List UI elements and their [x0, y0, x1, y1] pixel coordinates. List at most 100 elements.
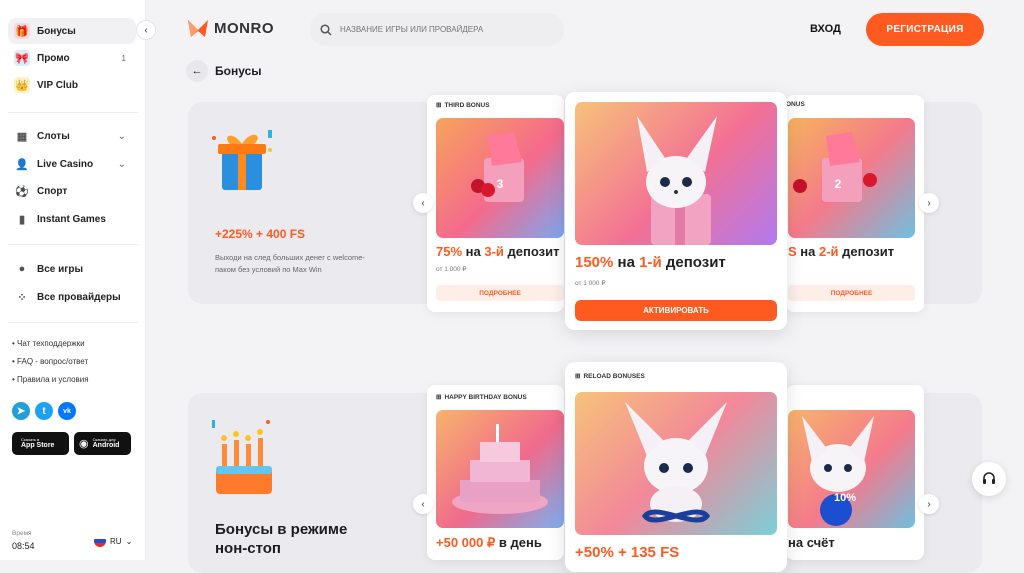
sidebar-item-label: Бонусы [37, 25, 76, 37]
birthday-bonus-card[interactable]: ⊞ HAPPY BIRTHDAY BONUS +50 000 ₽ в день [427, 385, 564, 560]
card-image [575, 102, 777, 245]
svg-text:2: 2 [835, 177, 842, 191]
headset-icon [983, 472, 995, 484]
gift-box-illustration [212, 130, 272, 190]
search-bar[interactable] [310, 13, 564, 46]
card-image: 2 [788, 118, 915, 238]
chevron-down-icon: ⌄ [117, 130, 126, 142]
card-tag: ⊞ HAPPY BIRTHDAY BONUS [436, 393, 527, 402]
slots-icon: ▦ [16, 130, 28, 143]
header: MONRO ВХОД РЕГИСТРАЦИЯ [147, 0, 1024, 58]
card-title: S на 2-й депозит [788, 244, 895, 259]
bar-chart-icon: ▮ [18, 213, 26, 226]
carousel-prev-button[interactable]: ‹ [413, 193, 433, 213]
card-tag: ⊞ RELOAD BONUSES [575, 372, 645, 381]
logo[interactable]: MONRO [187, 17, 274, 39]
promo-icon: 🎀 [14, 50, 30, 66]
divider [8, 244, 138, 245]
sidebar-item-label: Промо [37, 52, 70, 64]
sidebar-item-bonuses[interactable]: 🎁 Бонусы [8, 18, 136, 44]
android-icon: ◉ [79, 438, 89, 450]
welcome-offer: +225% + 400 FS [215, 227, 306, 241]
card-title: 75% на 3-й депозит [436, 244, 560, 259]
gift-icon: ⊞ [436, 394, 442, 401]
live-casino-icon: 👤 [15, 158, 29, 171]
time-label: Время [12, 530, 32, 537]
carousel-prev-button[interactable]: ‹ [413, 494, 433, 514]
rules-link[interactable]: • Правила и условия [12, 375, 89, 384]
card-image: 3 [436, 118, 564, 238]
sidebar: 🎁 Бонусы 🎀 Промо 1 👑 VIP Club ‹ ▦ Слоты … [0, 0, 156, 560]
search-input[interactable] [340, 25, 540, 34]
sidebar-item-promo[interactable]: 🎀 Промо 1 [8, 45, 136, 71]
sidebar-item-vip[interactable]: 👑 VIP Club [8, 72, 136, 98]
chevron-left-icon: ‹ [421, 498, 425, 510]
activate-button[interactable]: АКТИВИРОВАТЬ [575, 300, 777, 321]
bonus-card-first[interactable]: 150% на 1-й депозит от 1 000 ₽ АКТИВИРОВ… [565, 92, 787, 330]
search-icon [320, 23, 332, 36]
card-min-deposit: от 1 000 ₽ [436, 266, 467, 273]
birthday-cake-illustration [212, 420, 272, 494]
faq-link[interactable]: • FAQ - вопрос/ответ [12, 357, 88, 366]
sidebar-item-label: Instant Games [37, 213, 106, 225]
telegram-icon[interactable]: ➤ [12, 402, 30, 420]
card-image [436, 410, 564, 528]
divider [8, 112, 138, 113]
clock: 08:54 [12, 541, 35, 551]
sidebar-item-live-casino[interactable]: 👤 Live Casino ⌄ [8, 151, 136, 177]
gift-icon: ⊞ [436, 102, 442, 109]
sidebar-item-slots[interactable]: ▦ Слоты ⌄ [8, 123, 136, 149]
login-button[interactable]: ВХОД [810, 23, 841, 35]
arrow-left-icon: ← [191, 65, 203, 77]
cashback-card[interactable]: 10% на счёт [786, 385, 924, 560]
welcome-description: Выходи на след больших денег с welcome-п… [215, 253, 365, 274]
register-button[interactable]: РЕГИСТРАЦИЯ [866, 13, 984, 46]
sidebar-item-sport[interactable]: ⚽ Спорт [8, 178, 136, 204]
card-min-deposit: от 1 000 ₽ [575, 280, 606, 287]
carousel-next-button[interactable]: › [919, 494, 939, 514]
chevron-down-icon: ⌄ [117, 158, 126, 170]
card-tag: ONUS [786, 101, 805, 108]
support-chat-link[interactable]: • Чат техподдержки [12, 339, 85, 348]
monro-logo-icon [188, 20, 208, 37]
android-button[interactable]: ◉ Скачать для Android [74, 432, 131, 455]
card-title: +50% + 135 FS [575, 544, 680, 561]
gift-icon: ⊞ [575, 373, 581, 380]
card-title: +50 000 ₽ в день [436, 535, 542, 550]
sidebar-item-all-providers[interactable]: ⁘ Все провайдеры [8, 284, 136, 310]
app-store-button[interactable]: Скачать в App Store [12, 432, 69, 455]
bonus-card-third[interactable]: ⊞ THIRD BONUS 3 75% на 3-й депозит от 1 0… [427, 95, 564, 312]
sidebar-item-label: Слоты [37, 130, 70, 142]
reload-bonus-card[interactable]: ⊞ RELOAD BONUSES +50% + 135 FS [565, 362, 787, 572]
russia-flag-icon [94, 535, 106, 547]
card-tag: ⊞ THIRD BONUS [436, 101, 490, 110]
vk-icon[interactable]: vk [58, 402, 76, 420]
sidebar-item-label: Все игры [37, 263, 84, 275]
language-selector[interactable]: RU ⌄ [94, 535, 132, 547]
carousel-next-button[interactable]: › [919, 193, 939, 213]
sidebar-item-all-games[interactable]: ● Все игры [8, 256, 136, 282]
card-title: на счёт [788, 535, 835, 550]
support-chat-button[interactable] [972, 462, 1006, 496]
reload-title: Бонусы в режиме нон-стоп [215, 521, 348, 557]
card-image [788, 410, 915, 528]
sidebar-item-label: Все провайдеры [37, 291, 121, 303]
providers-icon: ⁘ [17, 291, 27, 304]
card-title: 150% на 1-й депозит [575, 254, 726, 271]
ball-icon: ⚽ [15, 185, 29, 198]
details-button[interactable]: ПОДРОБНЕЕ [788, 285, 915, 301]
crown-icon: 👑 [14, 77, 30, 93]
details-button[interactable]: ПОДРОБНЕЕ [436, 285, 564, 301]
gift-icon: 🎁 [14, 23, 30, 39]
sidebar-item-label: Live Casino [37, 158, 94, 170]
back-button[interactable]: ← [186, 60, 208, 82]
brand-name: MONRO [214, 19, 274, 37]
chevron-left-icon: ‹ [421, 197, 425, 209]
divider [8, 322, 138, 323]
twitter-icon[interactable]: t [35, 402, 53, 420]
language-code: RU [110, 536, 122, 546]
sidebar-item-instant-games[interactable]: ▮ Instant Games [8, 206, 136, 232]
svg-text:3: 3 [497, 177, 504, 191]
bonus-card-second[interactable]: ONUS 2 S на 2-й депозит ПОДРОБНЕЕ [786, 95, 924, 312]
chevron-right-icon: › [927, 197, 931, 209]
